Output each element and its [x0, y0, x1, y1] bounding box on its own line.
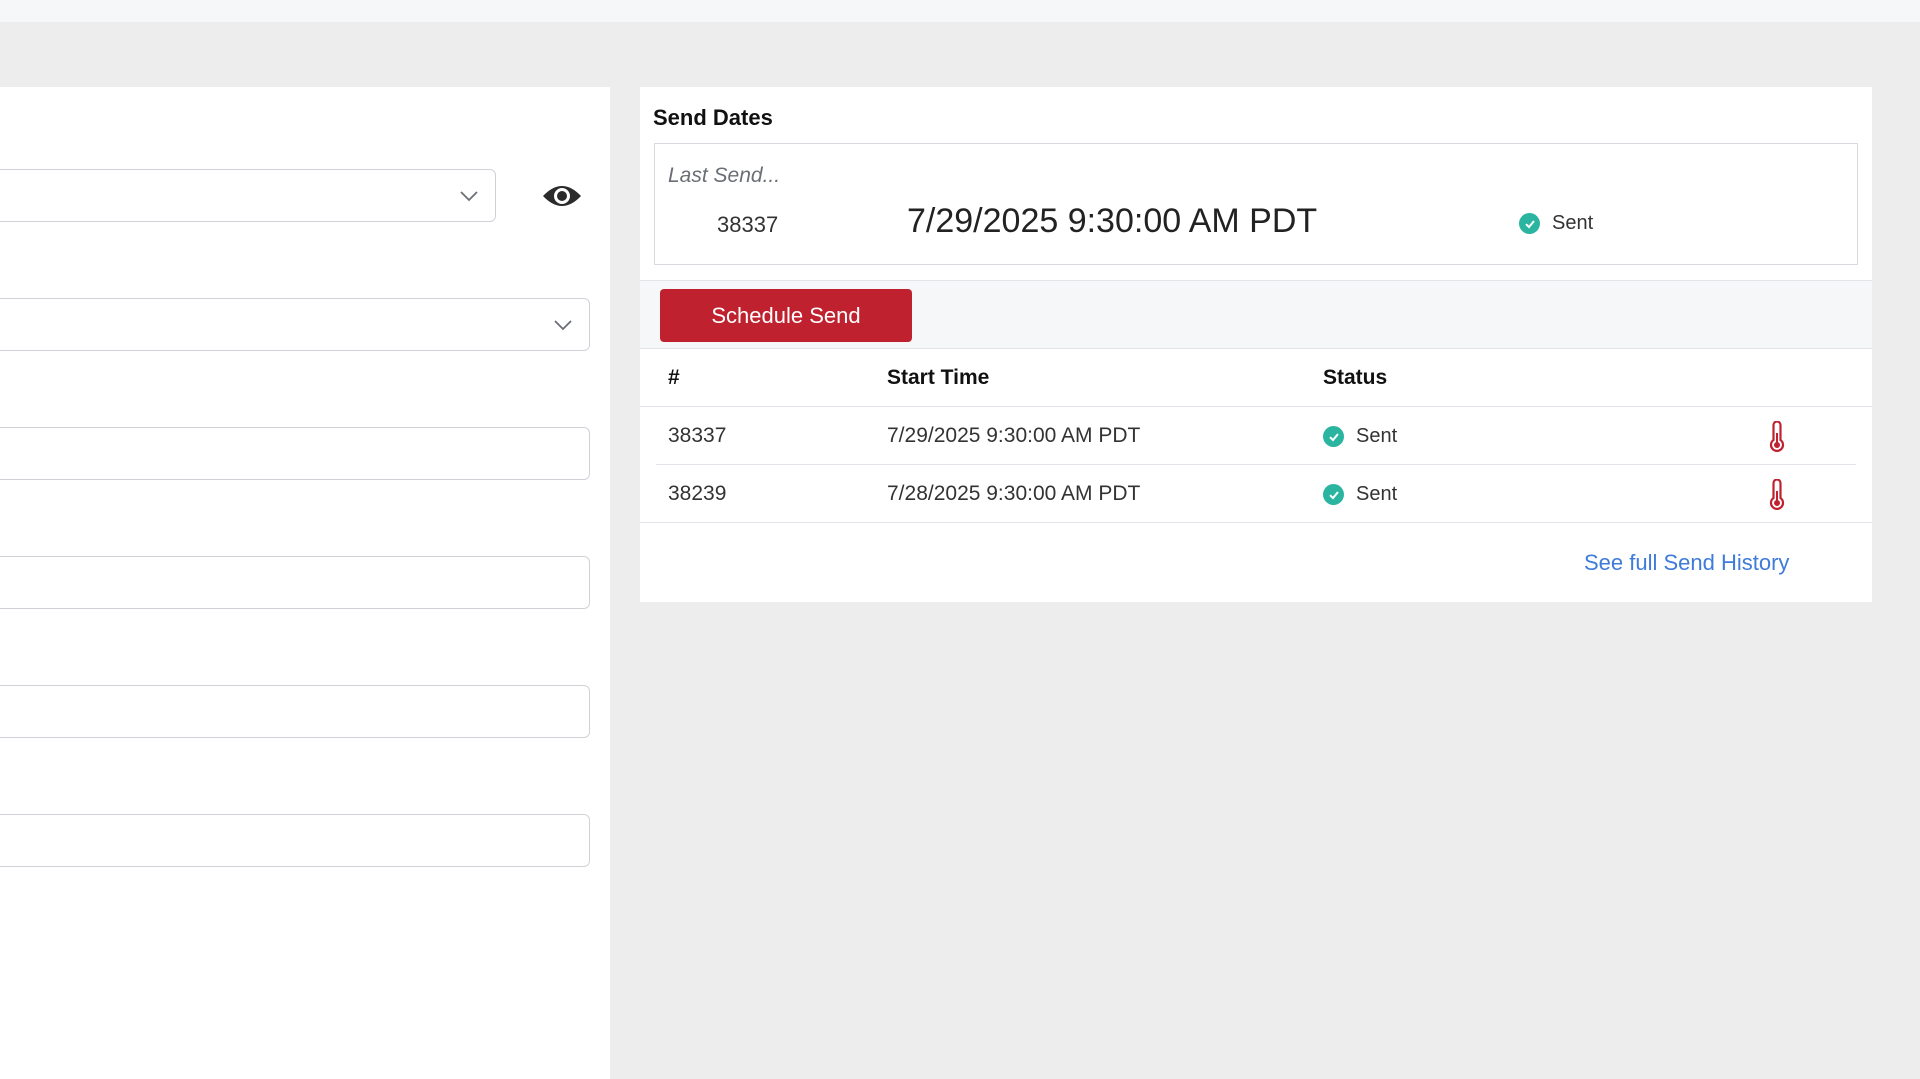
- check-circle-icon: [1323, 426, 1344, 447]
- thermometer-icon[interactable]: [1767, 421, 1787, 453]
- column-header-id: #: [668, 366, 680, 389]
- thermometer-icon[interactable]: [1767, 479, 1787, 511]
- status-badge: Sent: [1519, 212, 1593, 235]
- last-send-id: 38337: [717, 212, 779, 237]
- see-full-send-history-link[interactable]: See full Send History: [1584, 550, 1789, 576]
- check-circle-icon: [1323, 484, 1344, 505]
- row-id: 38337: [668, 424, 727, 447]
- last-send-card: Last Send... 38337 7/29/2025 9:30:00 AM …: [654, 143, 1858, 265]
- row-id: 38239: [668, 482, 727, 505]
- chevron-down-icon: [554, 320, 572, 331]
- row-start-time: 7/29/2025 9:30:00 AM PDT: [887, 424, 1141, 447]
- panel-title: Send Dates: [653, 105, 773, 130]
- status-badge: Sent: [1323, 425, 1397, 448]
- text-field-2[interactable]: [0, 556, 590, 609]
- table-row[interactable]: 38239 7/28/2025 9:30:00 AM PDT Sent: [640, 465, 1872, 523]
- send-toolbar: Schedule Send: [640, 280, 1872, 349]
- form-panel: [0, 87, 610, 1079]
- text-field-3[interactable]: [0, 685, 590, 738]
- text-field-4[interactable]: [0, 814, 590, 867]
- list-select[interactable]: [0, 298, 590, 351]
- status-text: Sent: [1356, 483, 1398, 505]
- status-text: Sent: [1552, 212, 1594, 234]
- status-text: Sent: [1356, 425, 1398, 447]
- text-field-1[interactable]: [0, 427, 590, 480]
- table-header: # Start Time Status: [640, 349, 1872, 407]
- top-bar: [0, 0, 1920, 22]
- eye-icon: [543, 186, 581, 206]
- status-badge: Sent: [1323, 483, 1397, 506]
- column-header-status: Status: [1323, 366, 1388, 389]
- last-send-label: Last Send...: [668, 164, 781, 187]
- row-start-time: 7/28/2025 9:30:00 AM PDT: [887, 482, 1141, 505]
- template-select[interactable]: [0, 169, 496, 222]
- table-row[interactable]: 38337 7/29/2025 9:30:00 AM PDT Sent: [656, 407, 1856, 465]
- last-send-time: 7/29/2025 9:30:00 AM PDT: [907, 202, 1318, 240]
- column-header-start-time: Start Time: [887, 366, 990, 389]
- preview-button[interactable]: [538, 175, 586, 217]
- chevron-down-icon: [460, 191, 478, 202]
- send-dates-panel: Send Dates Last Send... 38337 7/29/2025 …: [640, 87, 1872, 602]
- check-circle-icon: [1519, 213, 1540, 234]
- schedule-send-button[interactable]: Schedule Send: [660, 289, 912, 342]
